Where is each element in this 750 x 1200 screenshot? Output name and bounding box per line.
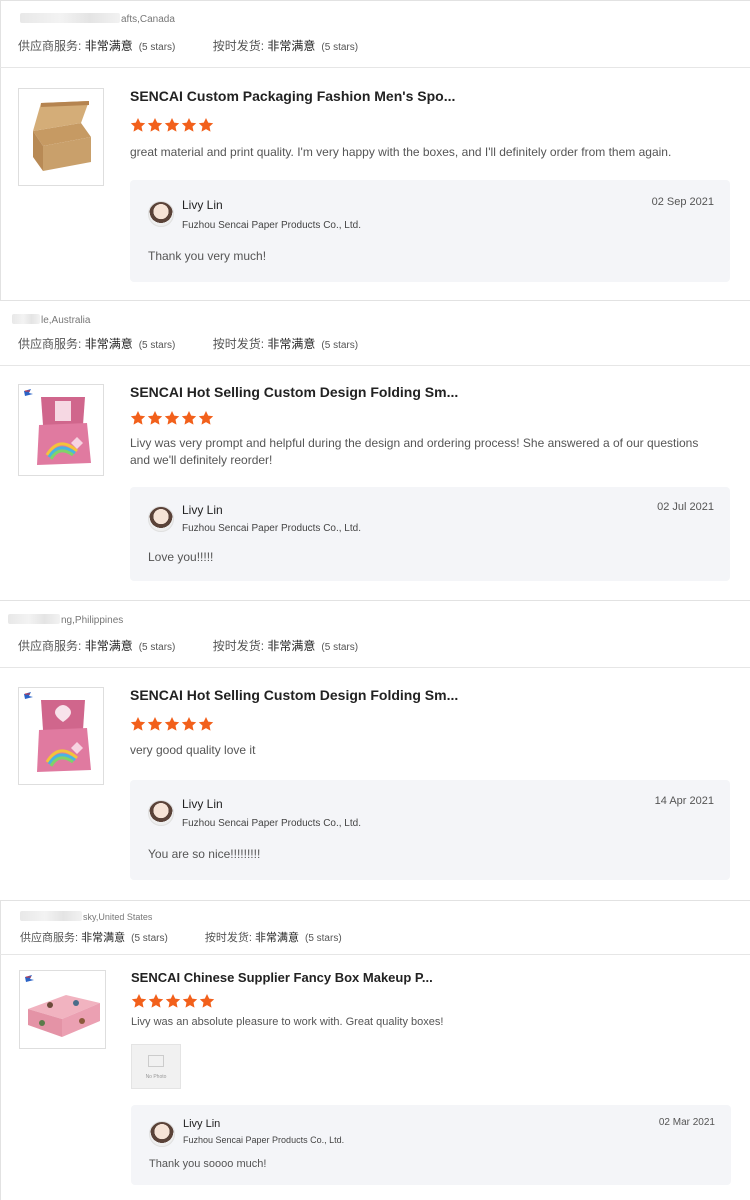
star-icon — [198, 717, 214, 731]
image-icon — [148, 1055, 164, 1067]
product-title[interactable]: SENCAI Hot Selling Custom Design Folding… — [130, 384, 458, 400]
buyer-name: le,Australia — [12, 314, 90, 326]
reply-company: Fuzhou Sencai Paper Products Co., Ltd. — [183, 1135, 345, 1145]
star-icon — [130, 411, 146, 425]
avatar — [148, 201, 174, 227]
supplier-reply: Livy Lin Fuzhou Sencai Paper Products Co… — [131, 1105, 731, 1185]
reply-date: 02 Sep 2021 — [651, 196, 714, 208]
star-icon — [181, 717, 197, 731]
star-icon — [147, 717, 163, 731]
star-icon — [131, 994, 147, 1008]
star-icon — [165, 994, 181, 1008]
reply-text: Thank you very much! — [148, 249, 267, 263]
reply-company: Fuzhou Sencai Paper Products Co., Ltd. — [182, 220, 361, 231]
product-title[interactable]: SENCAI Chinese Supplier Fancy Box Makeup… — [131, 970, 433, 985]
star-icon — [181, 411, 197, 425]
buyer-name: ng,Philippines — [8, 614, 123, 626]
reply-text: Love you!!!!! — [148, 550, 214, 564]
star-icon — [130, 118, 146, 132]
review-comment: very good quality love it — [130, 743, 256, 757]
review-comment: great material and print quality. I'm ve… — [130, 145, 672, 159]
reply-text: You are so nice!!!!!!!!! — [148, 847, 261, 861]
product-thumbnail[interactable] — [18, 384, 104, 476]
reply-company: Fuzhou Sencai Paper Products Co., Ltd. — [182, 523, 361, 534]
reply-author: Livy Lin — [183, 1118, 221, 1130]
avatar — [148, 506, 174, 532]
star-icon — [130, 717, 146, 731]
review-card: afts,Canada 供应商服务: 非常满意 (5 stars) 按时发货: 非… — [0, 0, 750, 300]
review-card: ng,Philippines 供应商服务: 非常满意 (5 stars) 按时发货… — [0, 600, 750, 900]
reply-date: 14 Apr 2021 — [654, 795, 714, 807]
review-header: sky,United States 供应商服务: 非常满意 (5 stars) 按… — [0, 900, 750, 955]
reply-date: 02 Jul 2021 — [657, 501, 714, 513]
review-comment: Livy was very prompt and helpful during … — [130, 436, 699, 467]
star-icon — [181, 118, 197, 132]
reply-date: 02 Mar 2021 — [658, 1117, 715, 1128]
product-title[interactable]: SENCAI Hot Selling Custom Design Folding… — [130, 687, 458, 703]
avatar — [148, 800, 174, 826]
star-icon — [164, 118, 180, 132]
rating-stars — [130, 410, 214, 428]
product-title[interactable]: SENCAI Custom Packaging Fashion Men's Sp… — [130, 88, 455, 104]
product-thumbnail[interactable] — [18, 687, 104, 785]
review-card: sky,United States 供应商服务: 非常满意 (5 stars) 按… — [0, 900, 750, 1200]
review-header: ng,Philippines 供应商服务: 非常满意 (5 stars) 按时发货… — [0, 600, 750, 668]
buyer-name: sky,United States — [20, 911, 152, 922]
rating-stars — [130, 117, 214, 135]
supplier-ratings: 供应商服务: 非常满意 (5 stars) 按时发货: 非常满意 (5 stars) — [20, 932, 342, 944]
supplier-reply: Livy Lin Fuzhou Sencai Paper Products Co… — [130, 780, 730, 880]
star-icon — [198, 118, 214, 132]
supplier-reply: Livy Lin Fuzhou Sencai Paper Products Co… — [130, 180, 730, 282]
review-photo-placeholder[interactable]: No Photo — [131, 1044, 181, 1089]
star-icon — [148, 994, 164, 1008]
supplier-reply: Livy Lin Fuzhou Sencai Paper Products Co… — [130, 487, 730, 581]
review-comment: Livy was an absolute pleasure to work wi… — [131, 1016, 444, 1028]
star-icon — [199, 994, 215, 1008]
star-icon — [147, 118, 163, 132]
star-icon — [198, 411, 214, 425]
avatar — [149, 1121, 175, 1147]
reply-company: Fuzhou Sencai Paper Products Co., Ltd. — [182, 818, 361, 829]
rating-stars — [130, 716, 214, 734]
reply-author: Livy Lin — [182, 198, 223, 212]
review-header: afts,Canada 供应商服务: 非常满意 (5 stars) 按时发货: 非… — [0, 0, 750, 68]
star-icon — [164, 411, 180, 425]
star-icon — [182, 994, 198, 1008]
supplier-ratings: 供应商服务: 非常满意 (5 stars) 按时发货: 非常满意 (5 stars) — [18, 639, 359, 653]
rating-stars — [131, 993, 215, 1011]
reply-author: Livy Lin — [182, 797, 223, 811]
reply-author: Livy Lin — [182, 503, 223, 517]
review-header: le,Australia 供应商服务: 非常满意 (5 stars) 按时发货: … — [0, 300, 750, 366]
buyer-name: afts,Canada — [20, 13, 175, 25]
product-thumbnail[interactable] — [18, 88, 104, 186]
review-card: le,Australia 供应商服务: 非常满意 (5 stars) 按时发货: … — [0, 300, 750, 600]
star-icon — [164, 717, 180, 731]
reply-text: Thank you soooo much! — [149, 1158, 267, 1170]
supplier-ratings: 供应商服务: 非常满意 (5 stars) 按时发货: 非常满意 (5 stars) — [18, 337, 359, 351]
no-photo-label: No Photo — [145, 1074, 167, 1080]
supplier-ratings: 供应商服务: 非常满意 (5 stars) 按时发货: 非常满意 (5 stars) — [18, 39, 359, 53]
star-icon — [147, 411, 163, 425]
product-thumbnail[interactable] — [19, 970, 106, 1049]
